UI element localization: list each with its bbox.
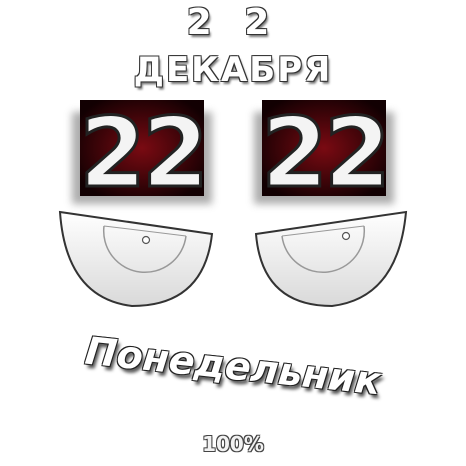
- hours-digits: 22: [79, 97, 205, 209]
- left-disc-shape: [58, 210, 214, 308]
- battery-percentage: 100%: [202, 432, 264, 456]
- left-pivot-dot: [141, 235, 151, 245]
- right-half-disc: [254, 210, 408, 308]
- date-month: ДЕКАБРЯ: [133, 50, 333, 90]
- date-day: 2 2: [186, 2, 280, 43]
- right-disc-shape: [254, 210, 408, 308]
- hours-tile: 22: [72, 96, 212, 211]
- minutes-tile: 22: [254, 96, 394, 211]
- right-pivot-dot: [341, 231, 351, 241]
- minutes-digits: 22: [261, 97, 387, 209]
- left-half-disc: [58, 210, 214, 308]
